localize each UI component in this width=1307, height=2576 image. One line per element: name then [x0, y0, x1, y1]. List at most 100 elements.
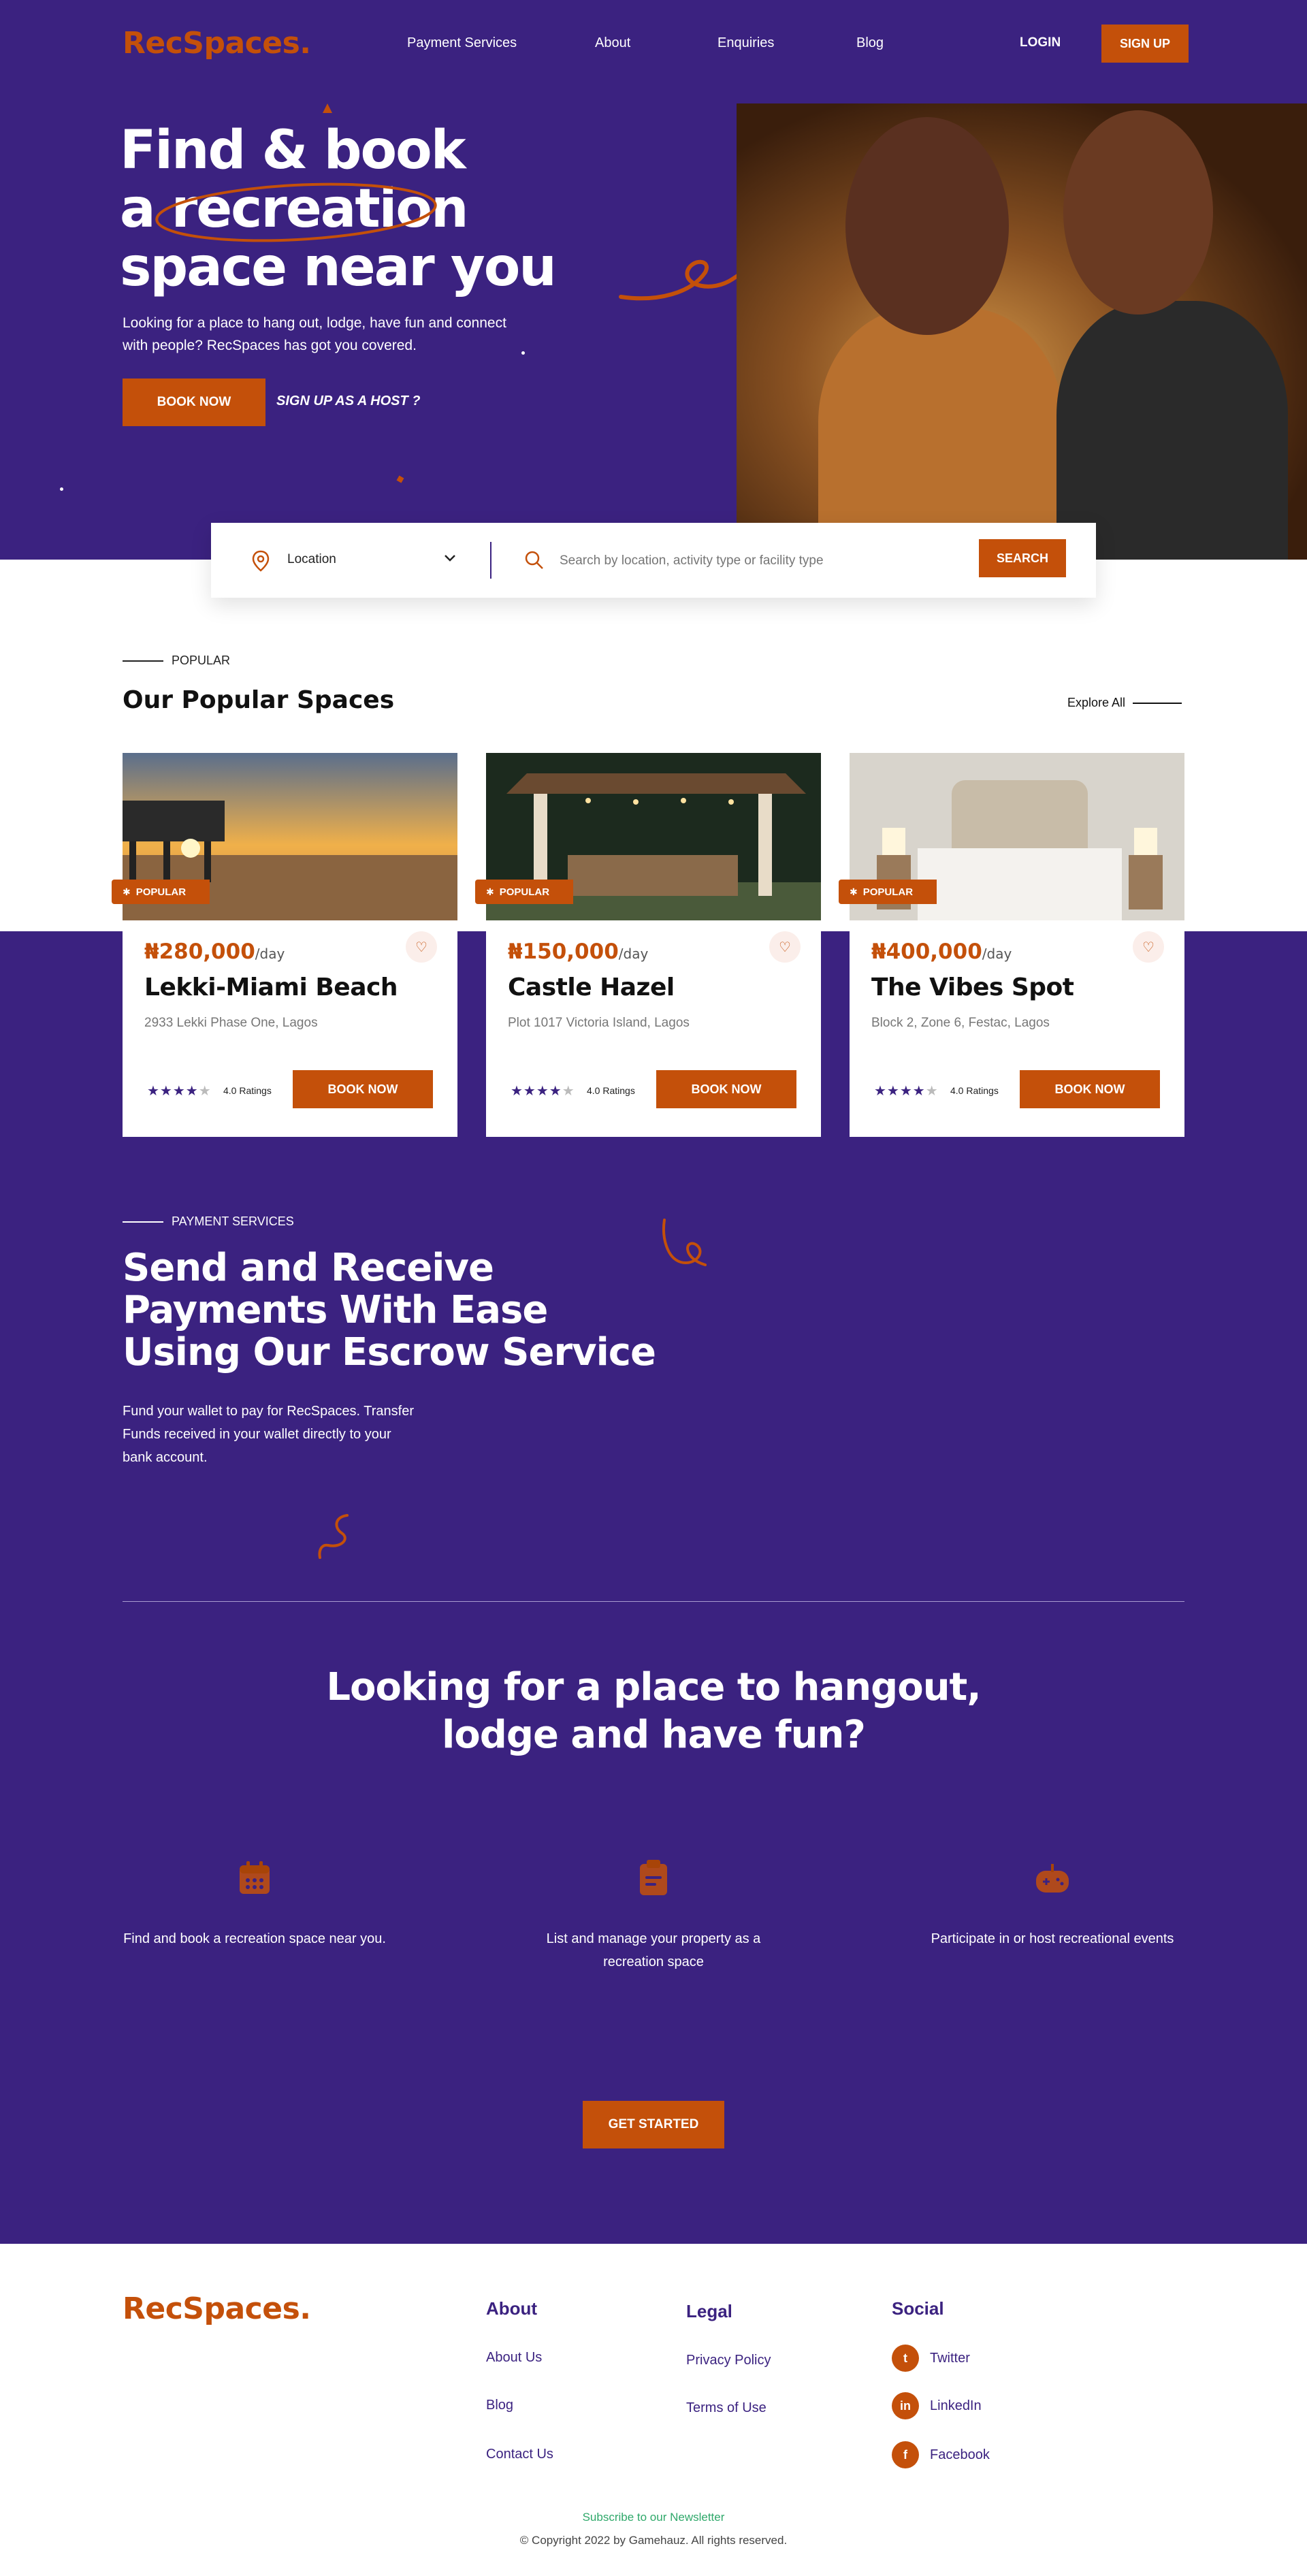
space-address: Block 2, Zone 6, Festac, Lagos: [871, 1016, 1050, 1030]
heart-icon[interactable]: ♡: [406, 931, 437, 963]
gamepad-icon: [1036, 1864, 1069, 1893]
search-button[interactable]: SEARCH: [979, 539, 1066, 577]
heart-icon[interactable]: ♡: [769, 931, 801, 963]
triangle-decoration-icon: [323, 103, 332, 113]
payment-description: Fund your wallet to pay for RecSpaces. T…: [123, 1404, 414, 1465]
nav-about[interactable]: About: [595, 35, 630, 51]
footer-link-facebook[interactable]: f Facebook: [892, 2441, 990, 2468]
footer-link-blog[interactable]: Blog: [486, 2398, 513, 2413]
scribble-circle-icon: [155, 182, 437, 242]
popular-eyebrow: POPULAR: [172, 654, 231, 667]
hero-description: Looking for a place to hang out, lodge, …: [123, 315, 506, 353]
location-pin-icon: [252, 550, 270, 572]
footer-link-privacy[interactable]: Privacy Policy: [686, 2353, 771, 2368]
price-amount: ₦400,000: [871, 939, 982, 964]
space-name: Castle Hazel: [508, 973, 675, 1001]
nav-blog[interactable]: Blog: [856, 35, 884, 51]
price-period: /day: [255, 946, 285, 962]
price-period: /day: [982, 946, 1012, 962]
signup-host-link[interactable]: SIGN UP AS A HOST ?: [276, 393, 421, 409]
arrow-right-icon[interactable]: [1133, 703, 1182, 704]
space-name: The Vibes Spot: [871, 973, 1074, 1001]
book-now-button[interactable]: BOOK NOW: [123, 379, 265, 426]
feature-text: List and manage your property as a recre…: [546, 1931, 761, 1969]
footer-legal-title: Legal: [686, 2301, 732, 2321]
footer-link-terms[interactable]: Terms of Use: [686, 2400, 767, 2416]
copyright-text: © Copyright 2022 by Gamehauz. All rights…: [519, 2534, 788, 2547]
popular-title: Our Popular Spaces: [123, 686, 395, 714]
dot-decoration-icon: [521, 351, 525, 355]
chevron-down-icon[interactable]: [442, 550, 457, 565]
eyebrow-line: [123, 1221, 163, 1223]
pin-icon: ✱: [123, 886, 131, 897]
landing-page: RecSpaces. Payment Services About Enquir…: [0, 0, 1307, 2576]
feature-item: Find and book a recreation space near yo…: [118, 1858, 391, 1950]
footer-social-title: Social: [892, 2298, 944, 2319]
hero-image: [737, 103, 1307, 560]
star-rating: ★★★★★: [511, 1084, 575, 1099]
footer-link-twitter[interactable]: t Twitter: [892, 2345, 970, 2372]
divider: [490, 542, 491, 579]
hero-title-line: Find & book: [120, 120, 466, 181]
newsletter-link[interactable]: Subscribe to our Newsletter: [0, 2511, 1307, 2524]
payment-title-line: Payments With Ease: [123, 1288, 548, 1332]
payment-title: Send and Receive Payments With Ease Usin…: [123, 1247, 735, 1374]
nav-enquiries[interactable]: Enquiries: [717, 35, 774, 51]
badge-label: POPULAR: [862, 886, 914, 898]
payment-eyebrow: PAYMENT SERVICES: [172, 1214, 294, 1228]
footer-link-about-us[interactable]: About Us: [486, 2350, 542, 2366]
book-now-button[interactable]: BOOK NOW: [293, 1070, 433, 1108]
clipboard-icon: [640, 1860, 667, 1895]
nav-payment-services[interactable]: Payment Services: [407, 35, 517, 51]
eyebrow-line: [123, 660, 163, 662]
section-divider: [123, 1601, 1184, 1602]
twitter-icon: t: [892, 2345, 919, 2372]
price-period: /day: [618, 946, 649, 962]
social-label: LinkedIn: [930, 2398, 982, 2413]
dot-decoration-icon: [60, 487, 63, 491]
search-bar: Location SEARCH: [211, 523, 1096, 598]
price-amount: ₦150,000: [508, 939, 619, 964]
rating-text: 4.0 Ratings: [223, 1085, 272, 1096]
feature-text: Find and book a recreation space near yo…: [123, 1931, 386, 1946]
hero-section: RecSpaces. Payment Services About Enquir…: [0, 0, 1307, 560]
calendar-icon: [240, 1861, 270, 1894]
badge-label: POPULAR: [499, 886, 550, 898]
rating-text: 4.0 Ratings: [950, 1085, 999, 1096]
space-address: 2933 Lekki Phase One, Lagos: [144, 1016, 318, 1030]
star-rating: ★★★★★: [874, 1084, 939, 1099]
looking-title-line: lodge and have fun?: [442, 1713, 866, 1757]
popular-badge: ✱ POPULAR: [475, 880, 573, 904]
looking-title: Looking for a place to hangout, lodge an…: [313, 1664, 994, 1759]
location-select[interactable]: Location: [287, 552, 336, 567]
price-amount: ₦280,000: [144, 939, 255, 964]
footer-logo[interactable]: RecSpaces.: [123, 2291, 311, 2326]
space-card[interactable]: ✱ POPULAR ₦280,000/day ♡ Lekki-Miami Beac…: [112, 753, 457, 1137]
space-card[interactable]: ✱ POPULAR ₦400,000/day ♡ The Vibes Spot B…: [839, 753, 1184, 1137]
popular-badge: ✱ POPULAR: [839, 880, 937, 904]
signup-button[interactable]: SIGN UP: [1101, 25, 1189, 63]
popular-badge: ✱ POPULAR: [112, 880, 210, 904]
payment-title-line: Using Our Escrow Service: [123, 1330, 656, 1374]
star-rating: ★★★★★: [147, 1084, 212, 1099]
book-now-button[interactable]: BOOK NOW: [656, 1070, 796, 1108]
explore-all-link[interactable]: Explore All: [1067, 696, 1125, 710]
pin-icon: ✱: [486, 886, 494, 897]
payment-title-line: Send and Receive: [123, 1246, 494, 1290]
get-started-button[interactable]: GET STARTED: [583, 2101, 724, 2148]
price: ₦400,000/day: [871, 939, 1012, 964]
linkedin-icon: in: [892, 2392, 919, 2419]
squiggle-decoration-icon: [662, 1219, 707, 1266]
footer-link-contact-us[interactable]: Contact Us: [486, 2447, 553, 2462]
footer-about-title: About: [486, 2298, 538, 2319]
book-now-button[interactable]: BOOK NOW: [1020, 1070, 1160, 1108]
squiggle-decoration-icon: [318, 1514, 349, 1559]
hero-title-line: space near you: [120, 237, 557, 298]
footer-link-linkedin[interactable]: in LinkedIn: [892, 2392, 982, 2419]
space-card[interactable]: ✱ POPULAR ₦150,000/day ♡ Castle Hazel Plo…: [475, 753, 821, 1137]
search-icon: [525, 551, 543, 569]
search-input[interactable]: [560, 547, 968, 575]
login-link[interactable]: LOGIN: [1020, 35, 1061, 50]
heart-icon[interactable]: ♡: [1133, 931, 1164, 963]
site-logo[interactable]: RecSpaces.: [123, 26, 311, 61]
